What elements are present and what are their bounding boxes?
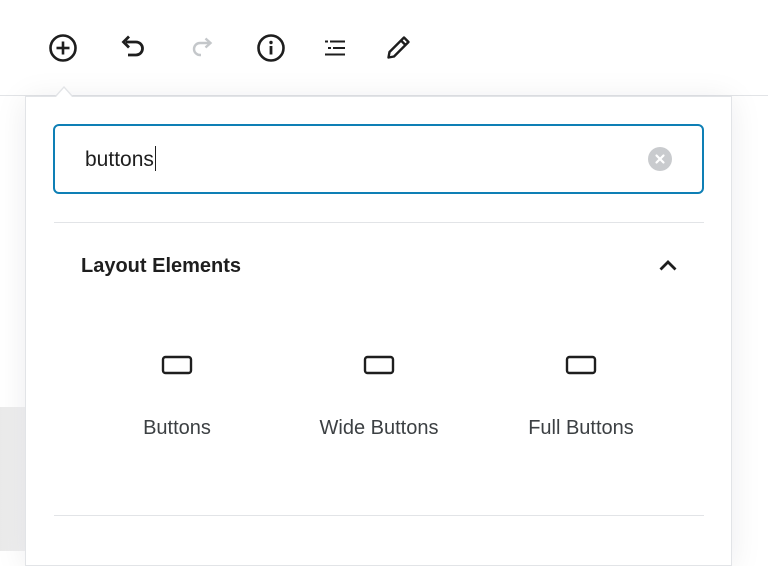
block-item-buttons[interactable]: Buttons: [77, 335, 277, 465]
undo-icon: [121, 35, 144, 57]
divider: [54, 515, 704, 516]
block-item-full-buttons[interactable]: Full Buttons: [481, 335, 681, 465]
info-icon: [257, 34, 285, 62]
add-block-icon: [49, 34, 77, 62]
button-block-icon: [159, 351, 195, 379]
block-item-label: Buttons: [143, 417, 211, 439]
divider: [54, 222, 704, 223]
wide-button-block-icon: [361, 351, 397, 379]
text-caret: [154, 146, 157, 171]
block-search-field[interactable]: buttons: [53, 124, 704, 194]
list-view-button[interactable]: [315, 28, 355, 68]
tools-button[interactable]: [378, 28, 418, 68]
info-button[interactable]: [251, 28, 291, 68]
redo-icon: [192, 37, 213, 57]
close-icon: [655, 154, 665, 164]
block-search-value: buttons: [85, 146, 157, 173]
block-item-label: Full Buttons: [528, 417, 634, 439]
popover-arrow-fill: [56, 88, 72, 97]
editor-header-toolbar: [0, 0, 768, 96]
layout-elements-panel-toggle[interactable]: Layout Elements: [54, 238, 704, 294]
undo-button[interactable]: [113, 28, 153, 68]
clear-search-button[interactable]: [648, 147, 672, 171]
list-view-icon: [325, 40, 345, 56]
panel-title: Layout Elements: [81, 255, 242, 277]
full-button-block-icon: [563, 351, 599, 379]
block-item-wide-buttons[interactable]: Wide Buttons: [279, 335, 479, 465]
edit-tools-icon: [387, 36, 410, 59]
add-block-button[interactable]: [43, 28, 83, 68]
chevron-up-icon: [656, 254, 680, 278]
redo-button[interactable]: [183, 28, 223, 68]
block-item-label: Wide Buttons: [319, 417, 439, 439]
